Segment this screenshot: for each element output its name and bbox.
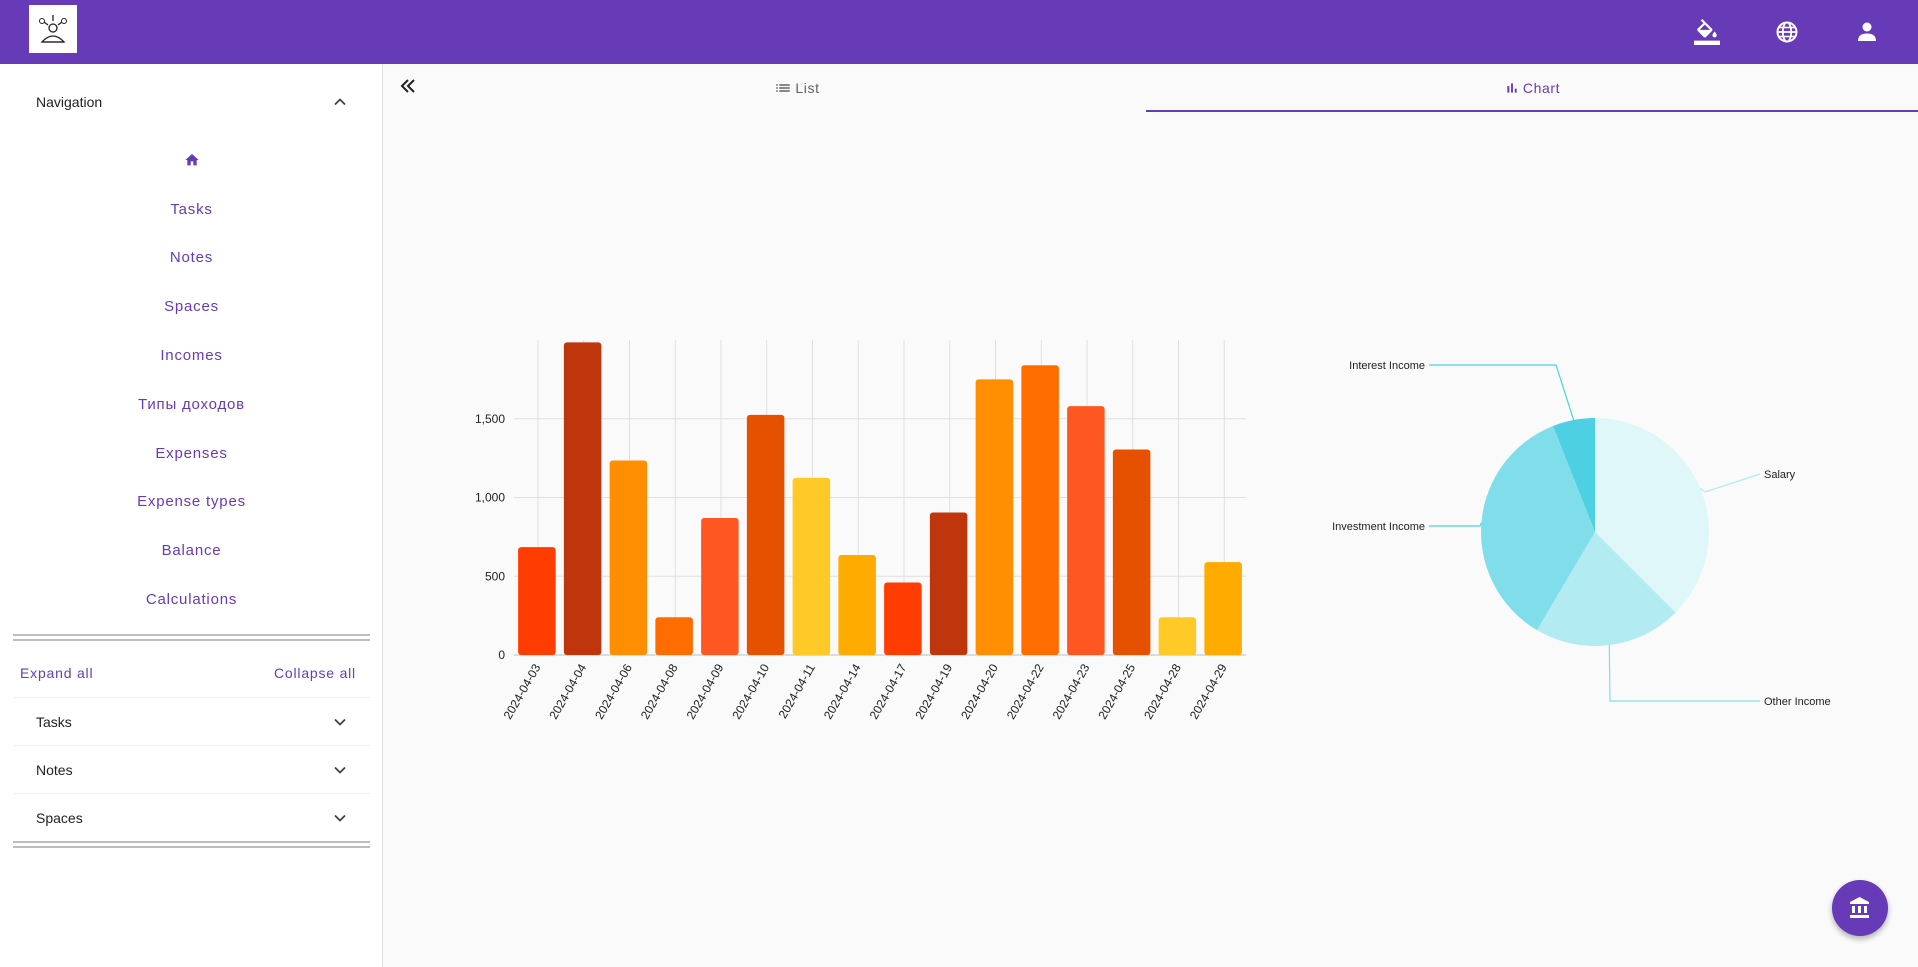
bar bbox=[563, 342, 602, 655]
pie-label: Investment Income bbox=[1332, 521, 1425, 533]
y-tick-label: 0 bbox=[498, 648, 505, 662]
pie-label: Other Income bbox=[1764, 696, 1831, 708]
x-tick-label: 2024-04-06 bbox=[592, 661, 635, 721]
x-tick-label: 2024-04-22 bbox=[1004, 661, 1047, 721]
bar bbox=[1067, 406, 1105, 655]
pie-leader-line bbox=[1699, 473, 1761, 493]
bar bbox=[518, 547, 556, 655]
x-tick-label: 2024-04-28 bbox=[1141, 661, 1184, 721]
x-tick-label: 2024-04-11 bbox=[776, 661, 819, 721]
bar bbox=[746, 414, 785, 655]
x-tick-label: 2024-04-14 bbox=[821, 661, 864, 721]
x-tick-label: 2024-04-08 bbox=[638, 661, 681, 721]
bar bbox=[609, 460, 648, 655]
pie-chart: Salary Other Income Investment Income Inter… bbox=[1332, 360, 1831, 708]
pie-leader-line bbox=[1429, 364, 1575, 421]
x-tick-label: 2024-04-17 bbox=[867, 661, 910, 721]
bar bbox=[1204, 562, 1242, 655]
bar bbox=[1112, 449, 1151, 655]
bar bbox=[975, 379, 1014, 655]
x-tick-label: 2024-04-09 bbox=[684, 661, 727, 721]
pie-label: Interest Income bbox=[1349, 360, 1425, 372]
bar bbox=[929, 512, 968, 655]
pie-label: Salary bbox=[1764, 469, 1796, 481]
x-tick-label: 2024-04-19 bbox=[912, 661, 955, 721]
x-tick-label: 2024-04-03 bbox=[501, 661, 544, 721]
bar bbox=[1158, 617, 1197, 655]
x-tick-label: 2024-04-25 bbox=[1095, 661, 1138, 721]
y-tick-label: 1,000 bbox=[475, 491, 505, 505]
fab-bank-button[interactable] bbox=[1832, 880, 1888, 936]
pie-leader-line bbox=[1608, 645, 1760, 702]
bar bbox=[838, 554, 876, 655]
bank-icon bbox=[1850, 897, 1869, 918]
bar bbox=[792, 477, 831, 655]
x-tick-label: 2024-04-29 bbox=[1187, 661, 1230, 721]
x-tick-label: 2024-04-20 bbox=[958, 661, 1001, 721]
bar bbox=[655, 617, 693, 655]
bar-chart: 05001,0001,5002024-04-03 2024-04-04 2024-0… bbox=[475, 340, 1246, 722]
bar bbox=[1021, 365, 1059, 655]
bar bbox=[884, 582, 922, 655]
charts-area: 05001,0001,5002024-04-03 2024-04-04 2024-0… bbox=[475, 340, 1831, 722]
y-tick-label: 1,500 bbox=[475, 412, 505, 426]
x-tick-label: 2024-04-23 bbox=[1050, 661, 1093, 721]
y-tick-label: 500 bbox=[485, 569, 505, 583]
bar bbox=[701, 517, 739, 655]
pie-leader-line bbox=[1429, 522, 1482, 527]
x-tick-label: 2024-04-04 bbox=[546, 661, 589, 721]
x-tick-label: 2024-04-10 bbox=[729, 661, 772, 721]
